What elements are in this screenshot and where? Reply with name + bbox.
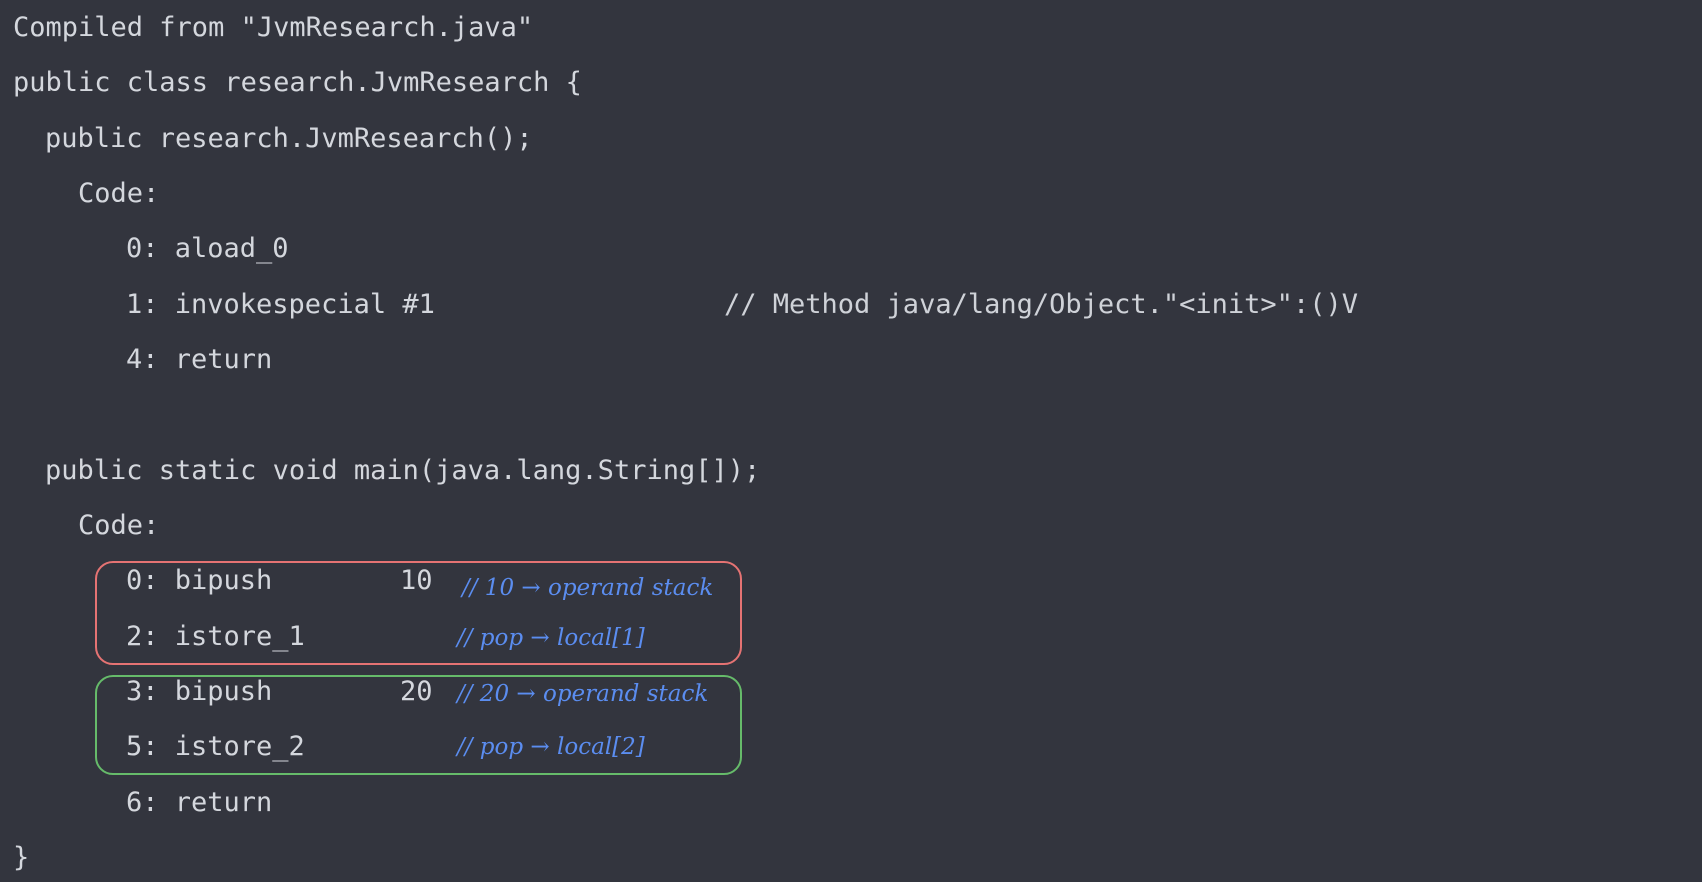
constructor-instruction-1-comment: // Method java/lang/Object."<init>":()V <box>724 289 1358 320</box>
constructor-instruction-4: 4: return <box>126 344 273 375</box>
main-instruction-3-arg: 20 <box>400 676 433 707</box>
bytecode-editor: Compiled from "JvmResearch.java" public … <box>0 0 1702 882</box>
annotation-push-10: // 10 → operand stack <box>462 575 714 601</box>
class-closing-brace: } <box>13 842 30 873</box>
constructor-instruction-1: 1: invokespecial #1 <box>126 289 435 320</box>
annotation-push-20: // 20 → operand stack <box>457 681 709 707</box>
annotation-pop-local-1: // pop → local[1] <box>457 625 645 651</box>
class-declaration: public class research.JvmResearch { <box>13 67 582 98</box>
main-method-declaration: public static void main(java.lang.String… <box>45 455 761 486</box>
compiled-from-line: Compiled from "JvmResearch.java" <box>13 12 534 43</box>
main-instruction-0-arg: 10 <box>400 565 433 596</box>
main-instruction-3: 3: bipush <box>126 676 273 707</box>
main-code-label: Code: <box>78 510 160 541</box>
constructor-declaration: public research.JvmResearch(); <box>45 123 533 154</box>
main-instruction-0: 0: bipush <box>126 565 273 596</box>
annotation-pop-local-2: // pop → local[2] <box>457 734 645 760</box>
constructor-code-label: Code: <box>78 178 160 209</box>
main-instruction-2: 2: istore_1 <box>126 621 305 652</box>
main-instruction-5: 5: istore_2 <box>126 731 305 762</box>
main-instruction-6: 6: return <box>126 787 273 818</box>
constructor-instruction-0: 0: aload_0 <box>126 233 289 264</box>
